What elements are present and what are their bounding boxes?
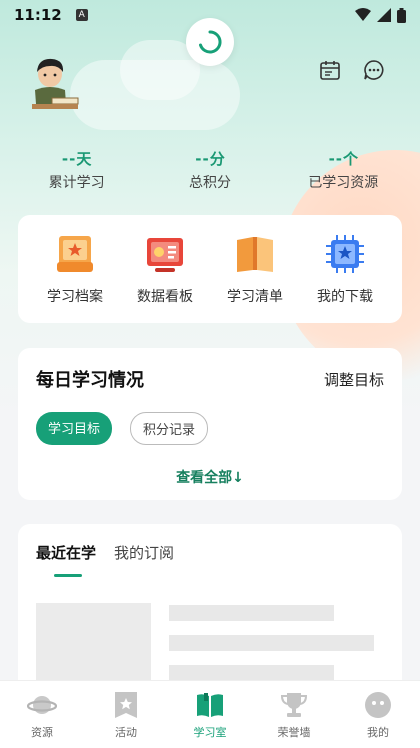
adjust-goal-button[interactable]: 调整目标 (324, 369, 384, 390)
quick-item-label: 学习档案 (47, 289, 103, 305)
quick-item-archive[interactable]: 学习档案 (34, 232, 116, 306)
book-open-icon (197, 692, 223, 717)
stat-value: -- (195, 150, 210, 168)
tabbar-label: 学习室 (193, 725, 227, 739)
tabbar-label: 活动 (115, 725, 137, 739)
signal-icon (377, 8, 391, 22)
face-icon (365, 691, 391, 718)
spinner-icon (199, 30, 222, 54)
skeleton-line (169, 665, 334, 681)
stat-value: -- (61, 150, 77, 168)
chip-study-goal[interactable]: 学习目标 (36, 412, 113, 445)
bottom-tab-bar: 资源 活动 学习室 荣誉墙 我的 (0, 680, 420, 748)
trophy-icon (280, 692, 308, 717)
stat-learned-resources[interactable]: --个 已学习资源 (283, 148, 403, 192)
stat-unit: 天 (76, 150, 92, 168)
stat-label: 累计学习 (48, 175, 105, 191)
quick-actions-card: 学习档案 数据看板 学习清单 我的下载 (18, 215, 402, 323)
tabbar-item-resources[interactable]: 资源 (7, 690, 77, 740)
notification-a-icon: A (75, 9, 88, 21)
battery-icon (397, 7, 406, 23)
quick-item-label: 我的下载 (317, 289, 373, 305)
message-button[interactable] (362, 58, 386, 82)
archive-icon (57, 236, 93, 272)
status-time: 11:12 (14, 6, 62, 24)
book-list-icon (237, 237, 273, 272)
stat-label: 已学习资源 (308, 175, 379, 191)
stat-unit: 分 (209, 150, 225, 168)
tabbar-label: 我的 (367, 725, 389, 739)
quick-item-label: 数据看板 (137, 289, 193, 305)
planet-icon (27, 695, 57, 714)
stat-value: -- (328, 150, 344, 168)
tabbar-item-honor-wall[interactable]: 荣誉墙 (259, 690, 329, 740)
tab-recent-study[interactable]: 最近在学 (36, 542, 96, 577)
skeleton-line (169, 635, 374, 651)
daily-title: 每日学习情况 (36, 370, 144, 391)
stat-study-days[interactable]: --天 累计学习 (17, 148, 137, 192)
quick-item-downloads[interactable]: 我的下载 (304, 232, 386, 306)
skeleton-thumbnail (36, 603, 151, 688)
stat-label: 总积分 (188, 175, 231, 191)
tabbar-item-activities[interactable]: 活动 (91, 690, 161, 740)
tabbar-label: 荣誉墙 (277, 725, 311, 739)
chip-points-record[interactable]: 积分记录 (130, 412, 209, 445)
calendar-button[interactable] (318, 58, 342, 82)
stat-unit: 个 (343, 150, 359, 168)
loading-skeleton (36, 603, 384, 688)
tabbar-label: 资源 (31, 725, 53, 739)
stats-row: --天 累计学习 --分 总积分 --个 已学习资源 (0, 148, 420, 192)
stat-total-points[interactable]: --分 总积分 (150, 148, 270, 192)
dashboard-icon (147, 238, 183, 272)
tabbar-item-study-room[interactable]: 学习室 (175, 690, 245, 740)
wifi-icon (355, 8, 371, 21)
tab-my-subscriptions[interactable]: 我的订阅 (114, 542, 174, 563)
bookmark-star-icon (115, 691, 137, 718)
view-all-link[interactable]: 查看全部↓ (36, 467, 384, 487)
calendar-icon (320, 61, 340, 80)
loading-spinner (186, 18, 234, 66)
download-chip-icon (326, 235, 364, 273)
avatar[interactable] (30, 56, 80, 112)
chat-icon (364, 60, 384, 80)
daily-study-card: 每日学习情况 调整目标 学习目标 积分记录 查看全部↓ (18, 348, 402, 500)
quick-item-label: 学习清单 (227, 289, 283, 305)
quick-item-book-list[interactable]: 学习清单 (214, 232, 296, 306)
tabbar-item-mine[interactable]: 我的 (343, 690, 413, 740)
quick-item-dashboard[interactable]: 数据看板 (124, 232, 206, 306)
skeleton-line (169, 605, 334, 621)
